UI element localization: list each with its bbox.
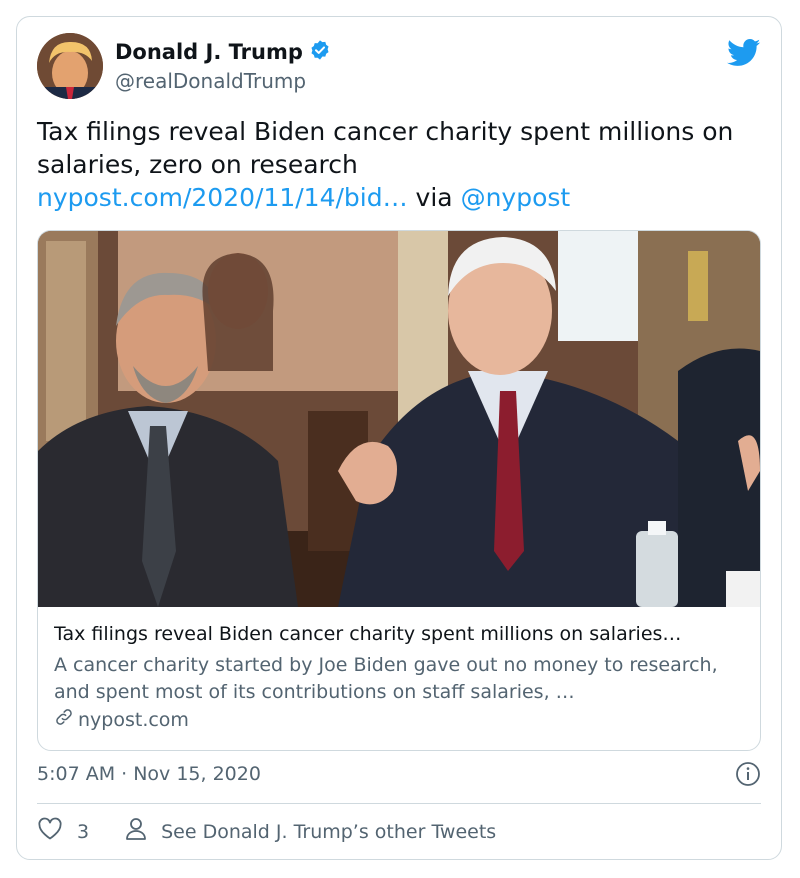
author-handle[interactable]: @realDonaldTrump xyxy=(115,69,306,93)
verified-badge-icon xyxy=(309,39,331,65)
avatar[interactable] xyxy=(37,33,103,99)
twitter-bird-icon[interactable] xyxy=(727,39,761,71)
author-name[interactable]: Donald J. Trump xyxy=(115,40,303,64)
via-mention-link[interactable]: @nypost xyxy=(461,183,571,212)
tweet-timestamp[interactable]: 5:07 AM · Nov 15, 2020 xyxy=(37,763,261,785)
person-icon xyxy=(125,817,147,846)
preview-description: A cancer charity started by Joe Biden ga… xyxy=(54,654,718,703)
profile-link-label[interactable]: See Donald J. Trump’s other Tweets xyxy=(161,821,496,843)
preview-photo[interactable] xyxy=(38,231,760,607)
tweet-article-link[interactable]: nypost.com/2020/11/14/bid… xyxy=(37,183,408,212)
tweet-card: Donald J. Trump @realDonaldTrump Tax fil… xyxy=(16,16,782,860)
info-icon[interactable] xyxy=(735,761,761,787)
author-name-row[interactable]: Donald J. Trump xyxy=(115,39,331,65)
via-label: via xyxy=(415,183,453,212)
heart-icon xyxy=(37,817,63,846)
link-preview-card[interactable]: Tax filings reveal Biden cancer charity … xyxy=(37,230,761,751)
profile-link-button[interactable]: See Donald J. Trump’s other Tweets xyxy=(125,817,496,846)
like-count: 3 xyxy=(77,820,90,843)
tweet-body: Tax filings reveal Biden cancer charity … xyxy=(37,117,734,179)
tweet-actions: 3 See Donald J. Trump’s other Tweets xyxy=(37,817,496,846)
preview-domain: nypost.com xyxy=(78,708,189,731)
link-icon xyxy=(54,707,74,732)
tweet-text: Tax filings reveal Biden cancer charity … xyxy=(37,115,757,214)
preview-title[interactable]: Tax filings reveal Biden cancer charity … xyxy=(54,623,754,645)
preview-domain-row[interactable]: nypost.com xyxy=(54,707,189,732)
divider xyxy=(37,803,761,804)
like-button[interactable]: 3 xyxy=(37,817,89,846)
